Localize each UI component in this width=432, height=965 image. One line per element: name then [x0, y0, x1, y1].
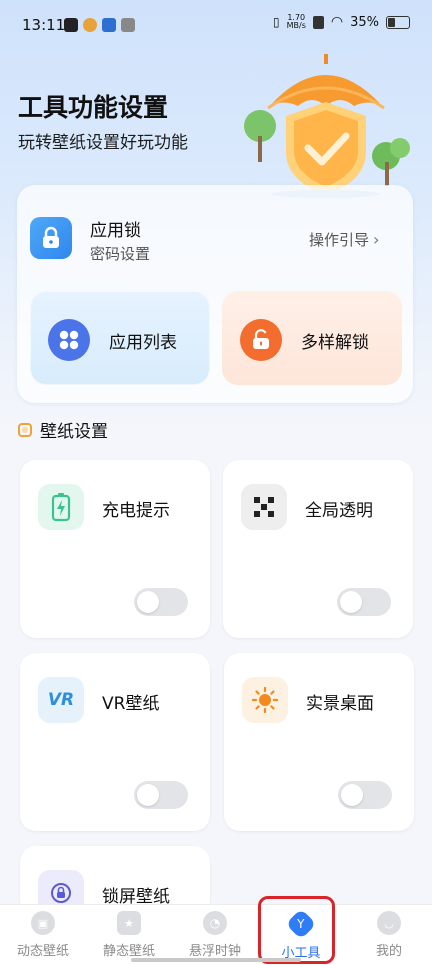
- padlock-glyph: [43, 226, 59, 248]
- hexagon-icon: [18, 422, 32, 437]
- vibrate-icon: ▯: [273, 15, 280, 29]
- live-desktop-label: 实景桌面: [306, 694, 374, 714]
- grid-icon: [48, 319, 90, 361]
- charging-tip-label: 充电提示: [102, 501, 170, 521]
- vr-wallpaper-label: VR壁纸: [102, 694, 160, 714]
- static-wallpaper-icon: ★: [117, 911, 141, 935]
- profile-icon: ◡: [377, 911, 401, 935]
- chevron-right-icon: ›: [373, 230, 380, 249]
- charging-tip-toggle[interactable]: [134, 588, 188, 616]
- net-speed-unit: MB/s: [286, 21, 306, 30]
- sim-icon: [312, 15, 324, 29]
- tab-floating-clock[interactable]: ◔ 悬浮时钟: [172, 905, 258, 965]
- checker-icon: [241, 484, 287, 530]
- home-indicator[interactable]: [131, 958, 301, 962]
- tab-dynamic-wallpaper[interactable]: ▣ 动态壁纸: [0, 905, 86, 965]
- global-transparency-card[interactable]: 全局透明: [223, 460, 413, 638]
- page-subtitle: 玩转壁纸设置好玩功能: [18, 133, 188, 153]
- guide-label: 操作引导: [309, 231, 370, 249]
- clock-icon: ◔: [203, 911, 227, 935]
- lock-icon[interactable]: [30, 217, 72, 259]
- battery-percent: 35%: [350, 14, 379, 30]
- wifi-icon: ◠: [330, 14, 344, 30]
- tab-label: 动态壁纸: [16, 944, 69, 959]
- wallpaper-section-header: 壁纸设置: [18, 417, 108, 442]
- live-desktop-toggle[interactable]: [338, 781, 392, 809]
- tab-label: 静态壁纸: [102, 944, 155, 959]
- vr-wallpaper-toggle[interactable]: [134, 781, 188, 809]
- tab-label: 我的: [375, 944, 402, 959]
- page-title: 工具功能设置: [18, 93, 169, 122]
- bottom-tab-bar: ▣ 动态壁纸 ★ 静态壁纸 ◔ 悬浮时钟 Y 小工具 ◡ 我的: [0, 904, 432, 965]
- app-icon: [102, 18, 116, 32]
- charging-tip-card[interactable]: 充电提示: [20, 460, 210, 638]
- global-transparency-toggle[interactable]: [337, 588, 391, 616]
- app-icon-2: [121, 18, 135, 32]
- multi-unlock-label: 多样解锁: [301, 333, 369, 353]
- battery-icon: [386, 15, 410, 29]
- tab-static-wallpaper[interactable]: ★ 静态壁纸: [86, 905, 172, 965]
- multi-unlock-tile[interactable]: 多样解锁: [222, 291, 402, 385]
- shield-umbrella-illustration: [244, 54, 410, 198]
- guide-link[interactable]: 操作引导 ›: [309, 229, 379, 250]
- vr-icon-text: VR: [47, 690, 75, 710]
- tab-highlight-box: [258, 896, 335, 964]
- live-desktop-card[interactable]: 实景桌面: [224, 653, 414, 831]
- tab-label: 悬浮时钟: [188, 944, 241, 959]
- vr-icon: VR: [38, 677, 84, 723]
- status-time: 13:11: [22, 16, 66, 34]
- status-right: ▯ 1.70 MB/s ◠ 35%: [273, 14, 410, 30]
- sun-icon: [242, 677, 288, 723]
- notification-icon: [64, 18, 78, 32]
- app-list-tile[interactable]: 应用列表: [30, 291, 210, 385]
- weibo-icon: [83, 18, 97, 32]
- net-speed: 1.70 MB/s: [287, 14, 306, 30]
- app-list-label: 应用列表: [109, 333, 177, 353]
- unlock-icon: [240, 319, 282, 361]
- global-transparency-label: 全局透明: [305, 501, 373, 521]
- app-lock-subtitle: 密码设置: [90, 245, 151, 263]
- tab-profile[interactable]: ◡ 我的: [346, 905, 432, 965]
- wallpaper-section-title: 壁纸设置: [40, 422, 108, 442]
- dynamic-wallpaper-icon: ▣: [31, 911, 55, 935]
- battery-charge-icon: [38, 484, 84, 530]
- vr-wallpaper-card[interactable]: VR VR壁纸: [20, 653, 210, 831]
- app-lock-title[interactable]: 应用锁: [90, 216, 141, 241]
- status-bar: 13:11 ▯ 1.70 MB/s ◠ 35%: [0, 0, 432, 52]
